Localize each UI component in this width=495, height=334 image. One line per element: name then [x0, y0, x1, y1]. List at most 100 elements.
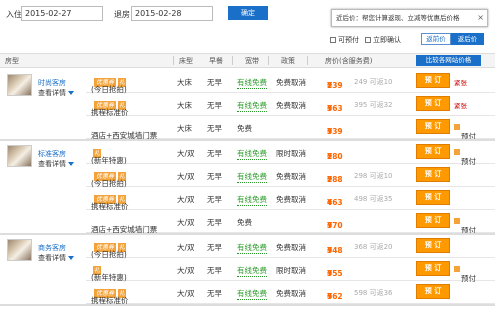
book-button[interactable]: 预 订 [416, 144, 450, 159]
details-label: 查看详情 [38, 254, 66, 262]
book-button[interactable]: 预 订 [416, 238, 450, 253]
cancel-policy[interactable]: 免费取消 [276, 242, 306, 253]
rate-row: (今日抢拍) 优惠券礼大床 无早 有线免费 免费取消 ¥239 249 可返10 预 订紧张 [86, 70, 495, 94]
breakfast: 无早 [207, 243, 222, 252]
cancel-policy[interactable]: 免费取消 [276, 171, 306, 182]
room-name[interactable]: 商务客房 [38, 243, 66, 253]
instant-confirm-checkbox[interactable]: 立即确认 [365, 35, 401, 45]
checkin-date-input[interactable]: 2015-02-27 [21, 6, 103, 21]
checkout-date-input[interactable]: 2015-02-28 [131, 6, 213, 21]
price-value: 280 [327, 152, 343, 161]
broadband: 有线免费 [237, 172, 267, 183]
rate-name[interactable]: (今日抢拍) 优惠券礼 [91, 171, 127, 188]
rate-name[interactable]: (今日抢拍) 优惠券礼 [91, 77, 127, 94]
breakfast: 无早 [207, 218, 222, 227]
checkbox-icon [330, 37, 336, 43]
bed-type: 大/双 [177, 289, 195, 298]
col-bed[interactable]: 床型 [179, 56, 193, 66]
col-broadband[interactable]: 宽带 [245, 56, 259, 66]
prepay-badge: 预付 [454, 266, 476, 283]
rate-name[interactable]: (新年特惠) 礼 [91, 265, 127, 282]
prepay-badge: 预付 [454, 218, 476, 235]
bed-type: 大/双 [177, 266, 195, 275]
checkin-label: 入住 [6, 10, 22, 19]
hotel-room-list: 入住 2015-02-27 退房 2015-02-28 确定 近后价：帮您计算返… [0, 0, 495, 334]
notice-text: 近后价：帮您计算返现、立减等优惠后价格 [336, 14, 460, 22]
bed-type: 大/双 [177, 172, 195, 181]
bed-type: 大/双 [177, 243, 195, 252]
room-name[interactable]: 时尚客房 [38, 78, 66, 88]
original-price: 498 可返35 [354, 195, 393, 203]
room-photo[interactable] [7, 74, 32, 96]
column-divider [173, 56, 174, 65]
breakfast: 无早 [207, 195, 222, 204]
prepay-icon [454, 124, 460, 130]
rate-name[interactable]: 携程标准价 优惠券礼 [91, 100, 129, 117]
cancel-policy[interactable]: 免费取消 [276, 77, 306, 88]
cancel-policy[interactable]: 限时取消 [276, 148, 306, 159]
room-name[interactable]: 标准客房 [38, 149, 66, 159]
close-icon[interactable]: × [477, 10, 484, 26]
prepay-icon [454, 218, 460, 224]
rate-name[interactable]: (今日抢拍) 优惠券礼 [91, 242, 127, 259]
room-details-link[interactable]: 查看详情 [38, 88, 74, 98]
room-photo[interactable] [7, 239, 32, 261]
sort-after-rebate-button[interactable]: 返后价 [451, 33, 484, 45]
sort-before-rebate-button[interactable]: 返前价 [421, 33, 451, 45]
chevron-down-icon [68, 91, 74, 95]
original-price: 249 可返10 [354, 78, 393, 86]
broadband: 免费 [237, 124, 252, 133]
cancel-policy[interactable]: 限时取消 [276, 265, 306, 276]
original-price: 395 可返32 [354, 101, 393, 109]
price-value: 463 [327, 198, 343, 207]
broadband: 有线免费 [237, 149, 267, 160]
col-breakfast[interactable]: 早餐 [209, 56, 223, 66]
rate-row: 酒店+西安城墙门票 大床 无早 免费 ¥339 预 订预付 [86, 116, 495, 141]
breakfast: 无早 [207, 124, 222, 133]
rate-row: (今日抢拍) 优惠券礼大/双 无早 有线免费 免费取消 ¥348 368 可返20 预 订 [86, 235, 495, 259]
instant-label: 立即确认 [373, 36, 401, 44]
room-details-link[interactable]: 查看详情 [38, 159, 74, 169]
book-button[interactable]: 预 订 [416, 167, 450, 182]
book-button[interactable]: 预 订 [416, 213, 450, 228]
breakfast: 无早 [207, 149, 222, 158]
breakfast: 无早 [207, 266, 222, 275]
rate-name[interactable]: 携程标准价 优惠券礼 [91, 194, 129, 211]
prepay-badge: 预付 [454, 124, 476, 141]
chevron-down-icon [68, 162, 74, 166]
book-button[interactable]: 预 订 [416, 190, 450, 205]
room-details-link[interactable]: 查看详情 [38, 253, 74, 263]
room-photo[interactable] [7, 145, 32, 167]
cancel-policy[interactable]: 免费取消 [276, 100, 306, 111]
broadband: 有线免费 [237, 78, 267, 89]
rate-name[interactable]: (新年特惠) 礼 [91, 148, 127, 165]
details-label: 查看详情 [38, 160, 66, 168]
prepay-label: 可预付 [338, 36, 359, 44]
rate-name[interactable]: 携程标准价 优惠券礼 [91, 288, 129, 305]
price-value: 239 [327, 81, 343, 90]
bed-type: 大床 [177, 101, 192, 110]
book-button[interactable]: 预 订 [416, 261, 450, 276]
book-button[interactable]: 预 订 [416, 119, 450, 134]
search-bar: 入住 2015-02-27 退房 2015-02-28 确定 近后价：帮您计算返… [0, 0, 495, 50]
details-label: 查看详情 [38, 89, 66, 97]
compare-prices-button[interactable]: 比较各网站价格 [416, 55, 481, 66]
prepay-icon [454, 266, 460, 272]
breakfast: 无早 [207, 289, 222, 298]
col-policy[interactable]: 政策 [281, 56, 295, 66]
book-button[interactable]: 预 订 [416, 284, 450, 299]
broadband: 有线免费 [237, 101, 267, 112]
checkout-label: 退房 [114, 10, 130, 19]
price-value: 370 [327, 221, 343, 230]
cancel-policy[interactable]: 免费取消 [276, 288, 306, 299]
broadband: 免费 [237, 218, 252, 227]
breakfast: 无早 [207, 172, 222, 181]
rate-row: (新年特惠) 礼大/双 无早 有线免费 限时取消 ¥355 预 订预付 [86, 258, 495, 283]
cancel-policy[interactable]: 免费取消 [276, 194, 306, 205]
book-button[interactable]: 预 订 [416, 96, 450, 111]
prepay-checkbox[interactable]: 可预付 [330, 35, 359, 45]
book-button[interactable]: 预 订 [416, 73, 450, 88]
checkbox-icon [365, 37, 371, 43]
confirm-button[interactable]: 确定 [228, 6, 268, 20]
prepay-badge: 预付 [454, 149, 476, 166]
